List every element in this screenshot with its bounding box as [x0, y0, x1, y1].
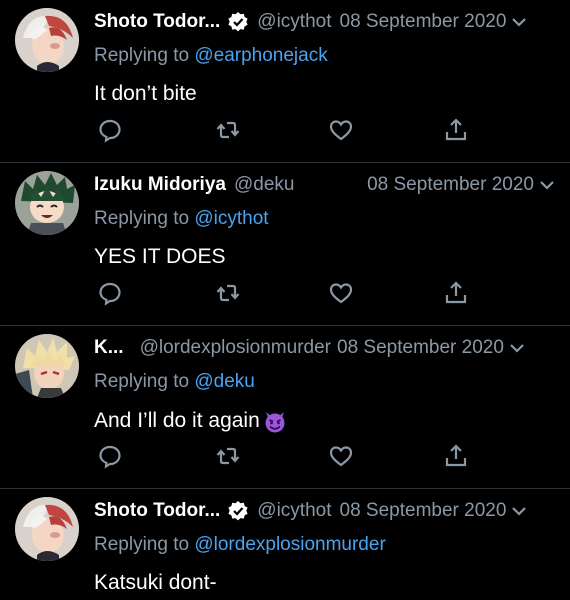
katsuki-avatar-image [15, 334, 79, 398]
share-icon[interactable] [442, 442, 470, 470]
tweet-actions [0, 442, 570, 472]
avatar[interactable] [15, 171, 79, 235]
avatar[interactable] [15, 497, 79, 561]
tweet-text: And I’ll do it again [94, 408, 288, 434]
replying-label: Replying to [94, 371, 190, 392]
user-handle[interactable]: @icythot [257, 11, 331, 33]
tweet-text-content: It don’t bite [94, 82, 197, 105]
shoto-avatar-image [15, 8, 79, 72]
user-handle[interactable]: @lordexplosionmurder [140, 337, 331, 359]
tweet[interactable]: Izuku Midoriya @deku 08 September 2020 R… [0, 163, 570, 326]
tweet-date: 08 September 2020 [339, 500, 507, 521]
replying-label: Replying to [94, 534, 190, 555]
chevron-down-icon[interactable] [510, 13, 528, 31]
tweet-header: Shoto Todor... @icythot 08 September 202… [94, 9, 556, 35]
mention-link[interactable]: @lordexplosionmurder [194, 534, 385, 555]
chevron-down-icon[interactable] [510, 502, 528, 520]
tweet-feed: Shoto Todor... @icythot 08 September 202… [0, 0, 570, 600]
replying-to: Replying to @deku [94, 371, 255, 393]
share-icon[interactable] [442, 279, 470, 307]
tweet-date: 08 September 2020 [337, 337, 504, 358]
retweet-icon[interactable] [214, 116, 242, 144]
display-name[interactable]: Shoto Todor... [94, 11, 220, 33]
user-handle[interactable]: @deku [234, 174, 295, 196]
reply-icon[interactable] [96, 279, 124, 307]
mention-link[interactable]: @earphonejack [194, 45, 327, 66]
replying-to: Replying to @earphonejack [94, 45, 328, 67]
tweet-text: Katsuki dont- [94, 571, 217, 595]
tweet-text-content: Katsuki dont- [94, 571, 217, 594]
like-icon[interactable] [327, 442, 355, 470]
mention-link[interactable]: @icythot [194, 208, 268, 229]
display-name[interactable]: Izuku Midoriya [94, 174, 226, 196]
share-icon[interactable] [442, 116, 470, 144]
display-name[interactable]: K... [94, 337, 124, 359]
replying-to: Replying to @lordexplosionmurder [94, 534, 386, 556]
izuku-avatar-image [15, 171, 79, 235]
avatar[interactable] [15, 334, 79, 398]
avatar[interactable] [15, 8, 79, 72]
tweet-actions [0, 116, 570, 146]
chevron-down-icon[interactable] [508, 339, 526, 357]
verified-badge-icon [227, 11, 249, 33]
display-name[interactable]: Shoto Todor... [94, 500, 220, 522]
user-handle[interactable]: @icythot [257, 500, 331, 522]
mention-link[interactable]: @deku [194, 371, 255, 392]
tweet-text-content: YES IT DOES [94, 245, 226, 268]
replying-to: Replying to @icythot [94, 208, 269, 230]
shoto-avatar-image [15, 497, 79, 561]
smiling-imp-emoji-icon [265, 412, 285, 433]
tweet-text: It don’t bite [94, 82, 197, 106]
replying-label: Replying to [94, 45, 190, 66]
like-icon[interactable] [327, 279, 355, 307]
like-icon[interactable] [327, 116, 355, 144]
tweet-header: Izuku Midoriya @deku 08 September 2020 [94, 172, 556, 198]
tweet[interactable]: K... @lordexplosionmurder 08 September 2… [0, 326, 570, 489]
tweet-date: 08 September 2020 [339, 11, 507, 32]
verified-badge-icon [227, 500, 249, 522]
retweet-icon[interactable] [214, 442, 242, 470]
tweet-text: YES IT DOES [94, 245, 226, 269]
tweet-text-content: And I’ll do it again [94, 409, 260, 432]
tweet-header: K... @lordexplosionmurder 08 September 2… [94, 335, 556, 361]
reply-icon[interactable] [96, 442, 124, 470]
reply-icon[interactable] [96, 116, 124, 144]
tweet[interactable]: Shoto Todor... @icythot 08 September 202… [0, 489, 570, 600]
tweet-actions [0, 279, 570, 309]
replying-label: Replying to [94, 208, 190, 229]
retweet-icon[interactable] [214, 279, 242, 307]
tweet-date: 08 September 2020 [367, 174, 534, 195]
tweet[interactable]: Shoto Todor... @icythot 08 September 202… [0, 0, 570, 163]
tweet-header: Shoto Todor... @icythot 08 September 202… [94, 498, 556, 524]
chevron-down-icon[interactable] [538, 176, 556, 194]
